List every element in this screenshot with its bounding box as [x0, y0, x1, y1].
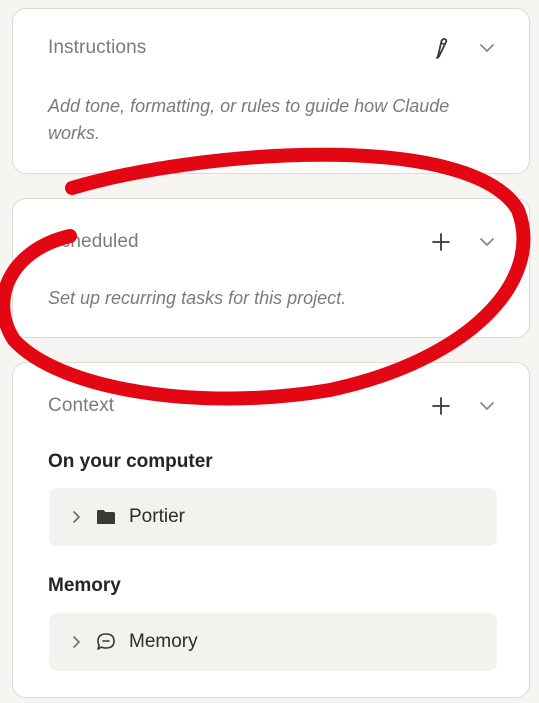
- instructions-title: Instructions: [48, 37, 147, 58]
- section-label-memory: Memory: [48, 575, 121, 596]
- context-item-memory[interactable]: Memory: [49, 613, 497, 671]
- pencil-icon[interactable]: [429, 36, 453, 60]
- memory-bubble-icon: [95, 632, 117, 652]
- plus-icon[interactable]: [429, 394, 453, 418]
- item-label-memory: Memory: [129, 631, 198, 652]
- instructions-card: Instructions Add tone, formatting, or ru…: [12, 8, 530, 174]
- chevron-right-icon[interactable]: [69, 635, 83, 649]
- chevron-down-icon[interactable]: [475, 230, 499, 254]
- chevron-down-icon[interactable]: [475, 36, 499, 60]
- item-label-portier: Portier: [129, 506, 185, 527]
- chevron-down-icon[interactable]: [475, 394, 499, 418]
- plus-icon[interactable]: [429, 230, 453, 254]
- instructions-description: Add tone, formatting, or rules to guide …: [48, 96, 450, 143]
- section-label-on-your-computer: On your computer: [48, 451, 213, 472]
- chevron-right-icon[interactable]: [69, 510, 83, 524]
- scheduled-description: Set up recurring tasks for this project.: [48, 288, 347, 308]
- instructions-header-icons: [429, 36, 499, 60]
- context-header: Context: [48, 391, 499, 421]
- context-title: Context: [48, 395, 115, 416]
- context-card: Context On your computer Portier Memory …: [12, 362, 530, 698]
- scheduled-header-icons: [429, 230, 499, 254]
- scheduled-title: Scheduled: [48, 231, 139, 252]
- folder-icon: [95, 507, 117, 527]
- context-item-portier[interactable]: Portier: [49, 488, 497, 546]
- scheduled-header: Scheduled: [48, 227, 499, 257]
- scheduled-card: Scheduled Set up recurring tasks for thi…: [12, 198, 530, 338]
- context-header-icons: [429, 394, 499, 418]
- instructions-header: Instructions: [48, 33, 499, 63]
